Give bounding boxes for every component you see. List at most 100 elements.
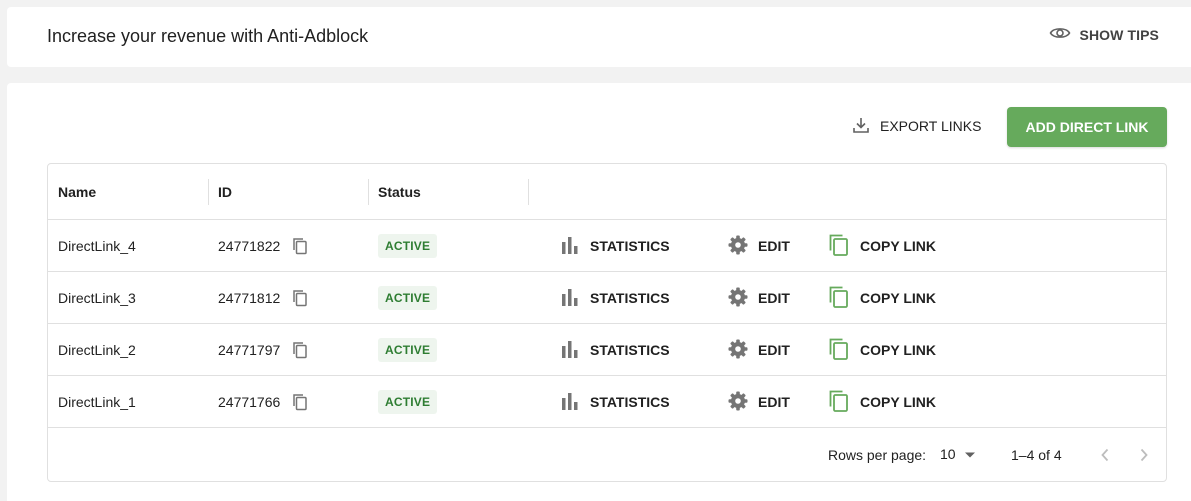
link-id: 24771797	[218, 342, 281, 358]
link-id: 24771822	[218, 238, 281, 254]
rows-per-page-value: 10	[940, 446, 956, 462]
column-divider	[528, 179, 529, 205]
column-header-status[interactable]: Status	[368, 164, 421, 220]
copy-link-label: COPY LINK	[860, 290, 936, 306]
export-links-label: EXPORT LINKS	[880, 118, 982, 134]
direct-links-table: Name ID Status DirectLink_4 24771822 ACT…	[47, 163, 1167, 482]
page-range: 1–4 of 4	[1011, 447, 1062, 463]
copy-link-icon	[828, 233, 850, 260]
edit-cell: EDIT	[728, 376, 790, 428]
copy-id-icon[interactable]	[292, 341, 308, 359]
direct-links-card: EXPORT LINKS ADD DIRECT LINK Name ID Sta…	[7, 83, 1191, 501]
copy-link-cell: COPY LINK	[828, 324, 936, 376]
copy-link-button[interactable]: COPY LINK	[828, 233, 936, 260]
bar-chart-icon	[560, 236, 580, 257]
statistics-button[interactable]: STATISTICS	[560, 392, 670, 413]
export-links-button[interactable]: EXPORT LINKS	[852, 110, 981, 142]
column-header-name[interactable]: Name	[48, 164, 96, 220]
edit-label: EDIT	[758, 394, 790, 410]
edit-button[interactable]: EDIT	[728, 339, 790, 362]
bar-chart-icon	[560, 340, 580, 361]
gear-icon	[728, 235, 748, 258]
edit-button[interactable]: EDIT	[728, 287, 790, 310]
copy-link-icon	[828, 389, 850, 416]
status-cell: ACTIVE	[378, 220, 438, 272]
status-badge: ACTIVE	[378, 338, 438, 362]
copy-link-icon	[828, 285, 850, 312]
status-cell: ACTIVE	[378, 272, 438, 324]
show-tips-label: SHOW TIPS	[1079, 26, 1159, 43]
show-tips-button[interactable]: SHOW TIPS	[1049, 25, 1159, 44]
statistics-label: STATISTICS	[590, 342, 670, 358]
chevron-left-icon	[1100, 448, 1110, 467]
edit-label: EDIT	[758, 290, 790, 306]
link-name: DirectLink_1	[58, 394, 136, 410]
link-name: DirectLink_3	[58, 290, 136, 306]
link-name: DirectLink_4	[58, 238, 136, 254]
table-header: Name ID Status	[48, 164, 1166, 220]
edit-button[interactable]: EDIT	[728, 391, 790, 414]
tips-banner: Increase your revenue with Anti-Adblock …	[7, 7, 1191, 67]
page-title: Increase your revenue with Anti-Adblock	[47, 26, 369, 46]
copy-link-label: COPY LINK	[860, 238, 936, 254]
status-cell: ACTIVE	[378, 324, 438, 376]
copy-link-button[interactable]: COPY LINK	[828, 285, 936, 312]
edit-button[interactable]: EDIT	[728, 235, 790, 258]
statistics-cell: STATISTICS	[560, 272, 670, 324]
copy-id-icon[interactable]	[292, 237, 308, 255]
bar-chart-icon	[560, 392, 580, 413]
edit-cell: EDIT	[728, 220, 790, 272]
copy-link-label: COPY LINK	[860, 342, 936, 358]
status-cell: ACTIVE	[378, 376, 438, 428]
table-row: DirectLink_3 24771812 ACTIVE STATISTICS	[48, 272, 1166, 324]
link-id: 24771812	[218, 290, 281, 306]
chevron-right-icon	[1139, 448, 1149, 467]
status-badge: ACTIVE	[378, 234, 438, 258]
edit-label: EDIT	[758, 342, 790, 358]
statistics-button[interactable]: STATISTICS	[560, 288, 670, 309]
copy-link-cell: COPY LINK	[828, 220, 936, 272]
gear-icon	[728, 339, 748, 362]
table-row: DirectLink_2 24771797 ACTIVE STATISTICS	[48, 324, 1166, 376]
link-name: DirectLink_2	[58, 342, 136, 358]
column-header-id[interactable]: ID	[208, 164, 232, 220]
edit-cell: EDIT	[728, 272, 790, 324]
rows-per-page-select[interactable]: 10	[940, 446, 976, 462]
link-id: 24771766	[218, 394, 281, 410]
statistics-label: STATISTICS	[590, 238, 670, 254]
link-id-cell: 24771766	[218, 376, 308, 428]
statistics-button[interactable]: STATISTICS	[560, 340, 670, 361]
copy-link-label: COPY LINK	[860, 394, 936, 410]
copy-link-cell: COPY LINK	[828, 376, 936, 428]
table-row: DirectLink_1 24771766 ACTIVE STATISTICS	[48, 376, 1166, 428]
link-id-cell: 24771812	[218, 272, 308, 324]
edit-label: EDIT	[758, 238, 790, 254]
download-icon	[852, 116, 870, 137]
edit-cell: EDIT	[728, 324, 790, 376]
link-id-cell: 24771822	[218, 220, 308, 272]
statistics-label: STATISTICS	[590, 394, 670, 410]
statistics-cell: STATISTICS	[560, 220, 670, 272]
next-page-button[interactable]	[1132, 445, 1156, 469]
statistics-cell: STATISTICS	[560, 324, 670, 376]
copy-link-icon	[828, 337, 850, 364]
add-direct-link-button[interactable]: ADD DIRECT LINK	[1007, 107, 1167, 147]
status-badge: ACTIVE	[378, 390, 438, 414]
eye-icon	[1049, 25, 1071, 44]
gear-icon	[728, 287, 748, 310]
rows-per-page-label: Rows per page:	[828, 447, 927, 463]
table-pagination: Rows per page: 10 1–4 of 4	[48, 429, 1166, 483]
copy-id-icon[interactable]	[292, 393, 308, 411]
copy-link-button[interactable]: COPY LINK	[828, 337, 936, 364]
link-id-cell: 24771797	[218, 324, 308, 376]
copy-link-cell: COPY LINK	[828, 272, 936, 324]
bar-chart-icon	[560, 288, 580, 309]
status-badge: ACTIVE	[378, 286, 438, 310]
statistics-cell: STATISTICS	[560, 376, 670, 428]
copy-link-button[interactable]: COPY LINK	[828, 389, 936, 416]
statistics-button[interactable]: STATISTICS	[560, 236, 670, 257]
statistics-label: STATISTICS	[590, 290, 670, 306]
gear-icon	[728, 391, 748, 414]
previous-page-button[interactable]	[1093, 445, 1117, 469]
copy-id-icon[interactable]	[292, 289, 308, 307]
